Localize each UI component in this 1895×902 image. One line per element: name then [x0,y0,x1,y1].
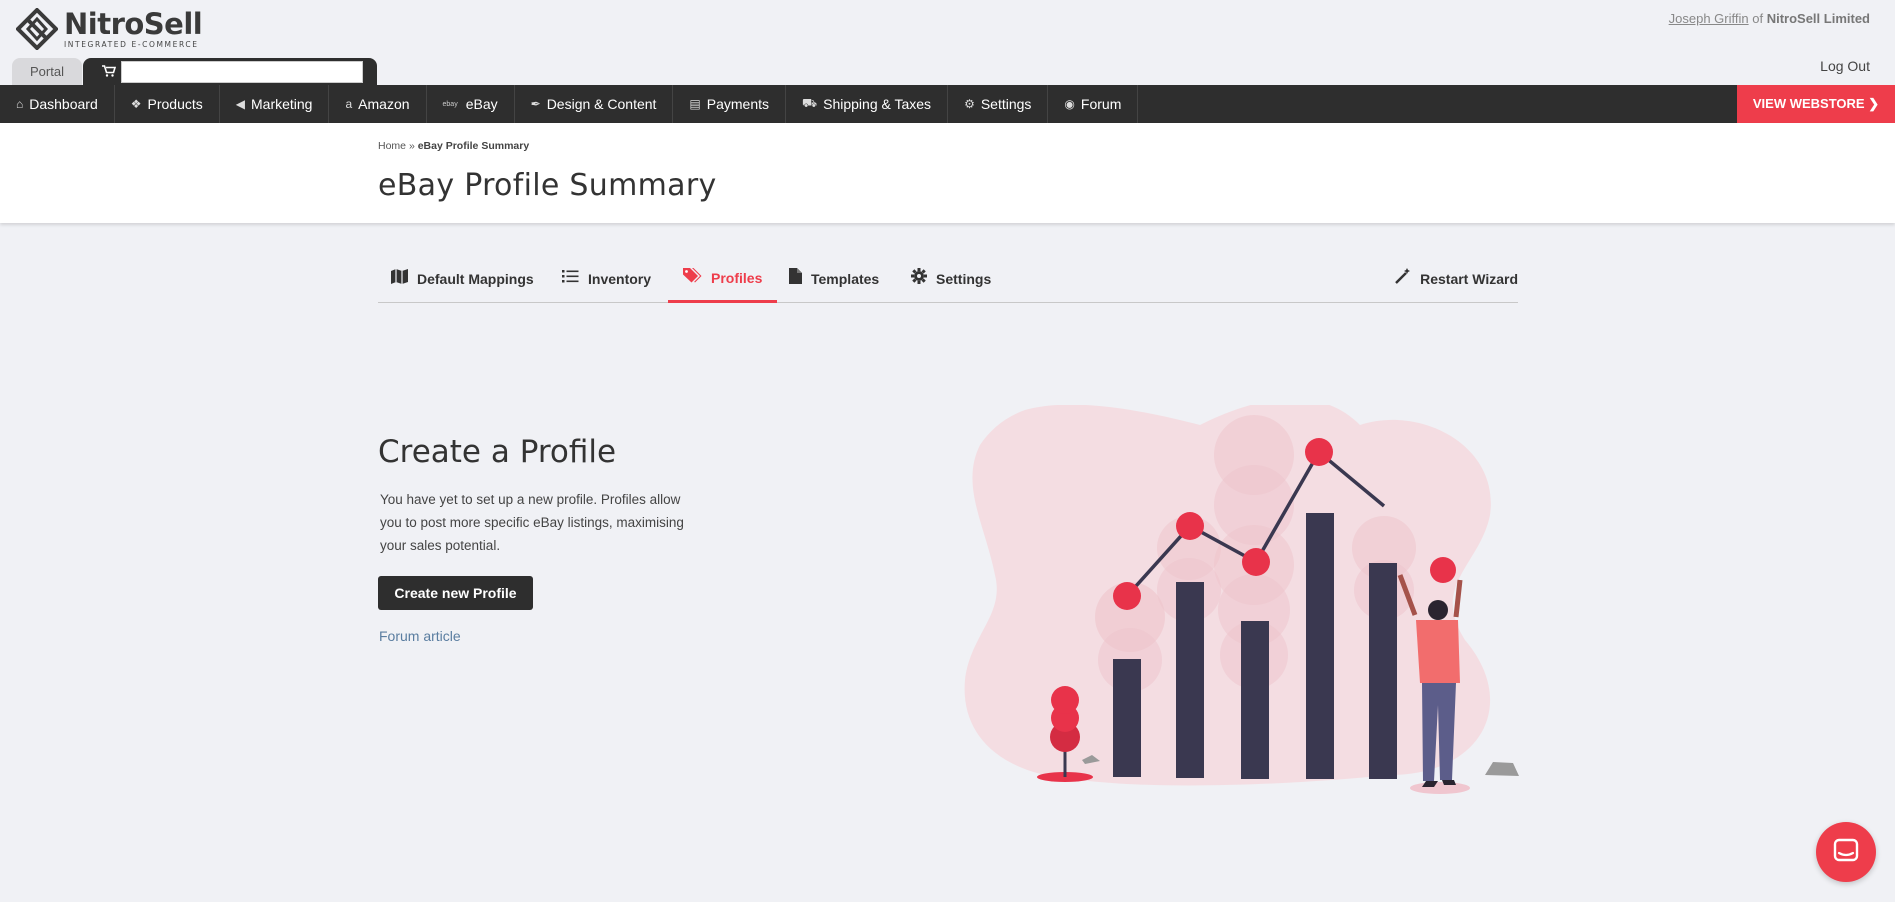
page-title: eBay Profile Summary [378,168,717,203]
chart-point [1305,438,1333,466]
tab-label: Settings [936,270,992,287]
nav-label: Payments [706,96,770,112]
page-header: Home » eBay Profile Summary eBay Profile… [0,123,1895,223]
view-webstore-button[interactable]: VIEW WEBSTORE ❯ [1737,85,1895,123]
nitrosell-logo[interactable]: NitroSell INTEGRATED E-COMMERCE [16,6,203,50]
chart-point [1430,557,1456,583]
money-icon: ▤ [689,97,701,111]
brand-name: NitroSell [64,6,203,41]
tab-label: Profiles [711,269,763,286]
nav-item-design-content[interactable]: ✒ Design & Content [515,85,674,123]
nav-item-ebay[interactable]: ebay eBay [427,85,515,123]
main-nav: ⌂ Dashboard ❖ Products ◀ Marketing a Amazon … [0,85,1895,123]
breadcrumb-separator: » [408,140,415,152]
create-profile-description: You have yet to set up a new profile. Pr… [380,492,684,553]
nav-label: Marketing [251,96,313,112]
tab-label: Default Mappings [417,270,534,287]
home-icon: ⌂ [16,97,24,111]
subtab-bar: Default Mappings Inventory Profiles Temp… [378,255,1518,303]
nav-item-products[interactable]: ❖ Products [115,85,220,123]
nav-item-marketing[interactable]: ◀ Marketing [220,85,330,123]
magic-wand-icon [1395,268,1411,289]
nav-label: Amazon [358,96,410,112]
breadcrumb-home[interactable]: Home [378,140,406,152]
chart-point [1242,548,1270,576]
user-name-link[interactable]: Joseph Griffin [1669,11,1749,26]
chart-bar [1369,563,1397,779]
nav-label: Design & Content [546,96,657,112]
chart-bar [1113,659,1141,777]
gear-icon: ⚙ [964,97,975,111]
nav-label: eBay [465,96,498,112]
cart-icon [102,65,117,77]
nav-label: Dashboard [29,96,98,112]
tab-label: Inventory [588,270,652,287]
top-header: NitroSell INTEGRATED E-COMMERCE Joseph G… [0,0,1895,85]
tab-profiles[interactable]: Profiles [668,255,778,303]
cart-search-input[interactable] [121,61,363,83]
tab-cart[interactable] [83,58,377,85]
truck-icon: ⛟ [802,96,818,110]
nav-label: Shipping & Taxes [823,96,932,112]
nav-label: Products [147,96,203,112]
gear-icon [911,268,927,289]
ebay-icon: ebay [442,100,458,108]
breadcrumb-current: eBay Profile Summary [417,140,530,152]
chat-widget-button[interactable] [1816,822,1876,882]
nav-item-payments[interactable]: ▤ Payments [673,85,787,123]
chart-point [1113,582,1141,610]
company-name: NitroSell Limited [1766,11,1870,26]
nav-item-amazon[interactable]: a Amazon [329,85,427,123]
logo-mark-icon [16,8,58,50]
list-icon [562,269,579,288]
logout-link[interactable]: Log Out [1820,58,1870,74]
comment-icon: ◉ [1064,97,1075,111]
forum-article-link[interactable]: Forum article [379,628,461,644]
growth-chart-illustration [964,405,1519,794]
bullhorn-icon: ◀ [235,97,245,111]
tab-templates[interactable]: Templates [789,255,879,302]
tab-settings[interactable]: Settings [911,255,991,302]
chart-bar [1176,582,1204,778]
cubes-icon: ❖ [130,97,142,111]
nav-item-dashboard[interactable]: ⌂ Dashboard [0,85,115,123]
breadcrumb: Home » eBay Profile Summary [378,140,529,152]
file-icon [789,268,802,289]
tab-label: Templates [811,270,880,287]
tab-label: Restart Wizard [1420,270,1518,287]
brand-tagline: INTEGRATED E-COMMERCE [64,39,199,49]
chart-bar [1306,513,1334,779]
chart-point [1176,512,1204,540]
nav-label: Forum [1080,96,1122,112]
tab-portal[interactable]: Portal [12,58,82,85]
user-of-text: of [1752,11,1764,26]
paintbrush-icon: ✒ [530,97,541,111]
map-icon [391,268,408,289]
tags-icon [683,267,702,288]
chart-bar [1241,621,1269,779]
create-profile-heading: Create a Profile [378,434,617,470]
nav-item-settings[interactable]: ⚙ Settings [948,85,1049,123]
tab-default-mappings[interactable]: Default Mappings [391,255,534,302]
restart-wizard-button[interactable]: Restart Wizard [1395,255,1518,302]
nav-label: Settings [980,96,1032,112]
amazon-icon: a [345,97,353,111]
nav-item-forum[interactable]: ◉ Forum [1048,85,1139,123]
nav-item-shipping-taxes[interactable]: ⛟ Shipping & Taxes [786,85,949,123]
chat-icon [1833,838,1859,862]
tab-inventory[interactable]: Inventory [562,255,651,302]
create-new-profile-button[interactable]: Create new Profile [378,576,533,610]
user-info: Joseph Griffin of NitroSell Limited [1669,11,1870,26]
